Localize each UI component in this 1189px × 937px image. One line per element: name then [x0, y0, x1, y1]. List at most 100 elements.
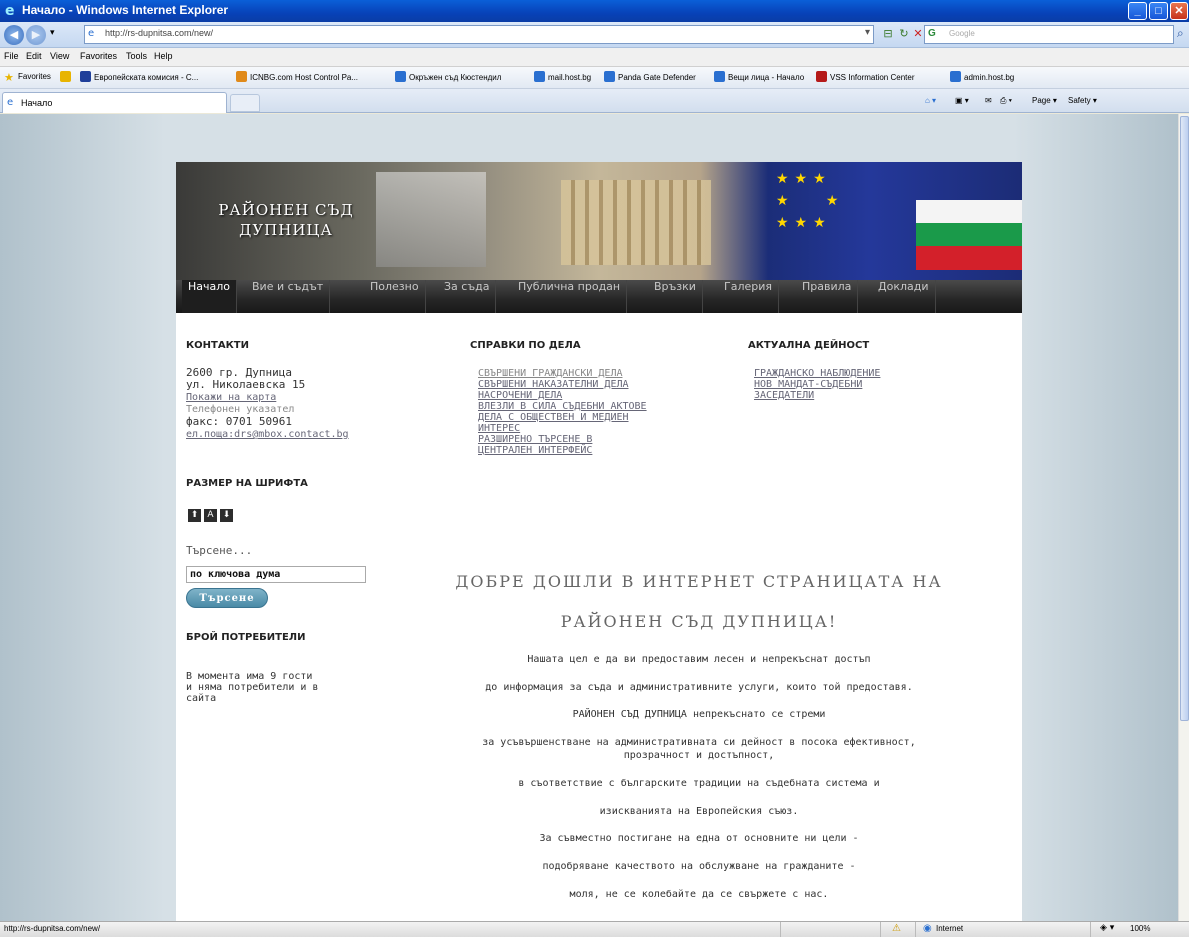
protected-mode-icon[interactable]: ◈ ▾ [1100, 923, 1114, 933]
welcome-paragraph: в съответствие с българските традиции на… [518, 778, 880, 789]
bulgarian-flag-icon [916, 200, 1022, 270]
menu-bar: File Edit View Favorites Tools Help [0, 48, 1189, 67]
menu-help[interactable]: Help [154, 51, 173, 61]
users-line: сайта [186, 693, 217, 704]
close-button[interactable]: ✕ [1170, 2, 1188, 20]
safety-menu[interactable]: Safety ▾ [1068, 96, 1097, 105]
nav-reports[interactable]: Доклади [872, 280, 936, 313]
new-tab-button[interactable] [230, 94, 260, 112]
case-link[interactable]: ЦЕНТРАЛЕН ИНТЕРФЕЙС [478, 445, 592, 456]
activity-link[interactable]: ГРАЖДАНСКО НАБЛЮДЕНИЕ [754, 368, 880, 379]
nav-about[interactable]: За съда [438, 280, 497, 313]
ie-page-icon [950, 71, 961, 82]
fav-link[interactable]: Окръжен съд Кюстендил [395, 71, 501, 85]
fav-link[interactable]: Европейската комисия - С... [80, 71, 198, 85]
home-icon[interactable]: ⌂ ▾ [925, 96, 936, 105]
welcome-paragraph: РАЙОНЕН СЪД ДУПНИЦА непрекъснато се стре… [572, 709, 826, 720]
menu-tools[interactable]: Tools [126, 51, 147, 61]
fav-link[interactable]: ICNBG.com Host Control Pa... [236, 71, 358, 85]
case-link[interactable]: СВЪРШЕНИ ГРАЖДАНСКИ ДЕЛА [478, 368, 623, 379]
nav-home[interactable]: Начало [182, 280, 238, 313]
menu-favorites[interactable]: Favorites [80, 51, 117, 61]
zoom-level[interactable]: 100% [1130, 924, 1150, 933]
font-reset-button[interactable]: A [204, 509, 217, 522]
vertical-scrollbar[interactable] [1178, 114, 1189, 921]
print-icon[interactable]: ⎙ ▾ [1000, 96, 1012, 106]
site-banner: ★★★ ★ ★ ★★★ РАЙОНЕН СЪД ДУПНИЦА [176, 162, 1022, 280]
welcome-paragraph: моля, не се колебайте да се свържете с н… [569, 889, 829, 900]
site-search-input[interactable]: по ключова дума [186, 566, 366, 583]
web-viewport: ★★★ ★ ★ ★★★ РАЙОНЕН СЪД ДУПНИЦА Начало Вие… [0, 114, 1178, 921]
fav-label: VSS Information Center [830, 73, 915, 82]
address-input[interactable]: e http://rs-dupnitsa.com/new/ ▾ [84, 25, 874, 44]
nav-you-and-court[interactable]: Вие и съдът [246, 280, 331, 313]
contact-street: ул. Николаевска 15 [186, 378, 306, 391]
menu-file[interactable]: File [4, 51, 19, 61]
nav-useful[interactable]: Полезно [364, 280, 426, 313]
email-link[interactable]: ел.поща:drs@mbox.contact.bg [186, 429, 349, 440]
phone-directory-link[interactable]: Телефонен указател [186, 404, 294, 415]
search-icon[interactable]: ⌕ [1177, 26, 1184, 41]
status-divider [780, 922, 781, 937]
case-link[interactable]: НАСРОЧЕНИ ДЕЛА [478, 390, 562, 401]
status-divider [880, 922, 881, 937]
add-favorite-icon[interactable] [60, 71, 74, 85]
fav-label: Вещи лица - Начало [728, 73, 805, 82]
fav-link[interactable]: Вещи лица - Начало [714, 71, 804, 85]
address-dropdown-icon[interactable]: ▾ [865, 27, 870, 38]
fav-link[interactable]: Panda Gate Defender [604, 71, 696, 85]
back-button[interactable]: ◀ [4, 25, 24, 45]
case-link[interactable]: РАЗШИРЕНО ТЪРСЕНЕ В [478, 434, 592, 445]
case-link[interactable]: ДЕЛА С ОБЩЕСТВЕН И МЕДИЕН [478, 412, 629, 423]
search-input[interactable]: G Google [924, 25, 1174, 44]
window-title: Начало - Windows Internet Explorer [22, 3, 229, 17]
status-bar: http://rs-dupnitsa.com/new/ ⚠ ◉ Internet… [0, 921, 1189, 937]
security-icon[interactable]: ⚠ [892, 923, 901, 934]
fav-link[interactable]: VSS Information Center [816, 71, 914, 85]
nav-links[interactable]: Връзки [648, 280, 703, 313]
eu-stars-icon: ★★★ ★ ★ ★★★ [776, 171, 845, 231]
window-titlebar: e Начало - Windows Internet Explorer _ □… [0, 0, 1189, 22]
fav-label: Окръжен съд Кюстендил [409, 73, 502, 82]
vss-icon [816, 71, 827, 82]
google-logo-icon: G [928, 28, 936, 39]
scrollbar-thumb[interactable] [1180, 116, 1189, 721]
security-zone: Internet [936, 924, 964, 933]
feeds-icon[interactable]: ▣ ▾ [955, 96, 969, 105]
minimize-button[interactable]: _ [1128, 2, 1147, 20]
nav-rules[interactable]: Правила [796, 280, 859, 313]
ie-page-icon [604, 71, 615, 82]
history-dropdown-icon[interactable]: ▾ [50, 28, 55, 38]
site-search-button[interactable]: Търсене [186, 588, 268, 608]
activity-link[interactable]: НОВ МАНДАТ-СЪДЕБНИ [754, 379, 862, 390]
font-increase-button[interactable]: ⬆ [188, 509, 201, 522]
menu-edit[interactable]: Edit [26, 51, 42, 61]
page-menu[interactable]: Page ▾ [1032, 96, 1057, 105]
welcome-paragraph: прозрачност и достъпност, [623, 750, 775, 761]
fav-link[interactable]: admin.host.bg [950, 71, 1014, 85]
tab-active[interactable]: e Начало [2, 92, 227, 113]
nav-gallery[interactable]: Галерия [718, 280, 779, 313]
nav-public-sale[interactable]: Публична продан [512, 280, 628, 313]
favorites-button[interactable]: ★ Favorites [4, 71, 51, 85]
fav-link[interactable]: mail.host.bg [534, 71, 591, 85]
activity-link[interactable]: ЗАСЕДАТЕЛИ [754, 390, 814, 401]
case-link[interactable]: СВЪРШЕНИ НАКАЗАТЕЛНИ ДЕЛА [478, 379, 629, 390]
status-url: http://rs-dupnitsa.com/new/ [4, 924, 101, 933]
cases-heading: СПРАВКИ ПО ДЕЛА [470, 340, 581, 351]
fav-label: Panda Gate Defender [618, 73, 696, 82]
users-heading: БРОЙ ПОТРЕБИТЕЛИ [186, 632, 306, 643]
font-size-heading: РАЗМЕР НА ШРИФТА [186, 478, 308, 489]
maximize-button[interactable]: □ [1149, 2, 1168, 20]
compatibility-icon[interactable]: ⊟ [880, 26, 896, 42]
case-link[interactable]: ИНТЕРЕС [478, 423, 520, 434]
fav-label: Европейската комисия - С... [94, 73, 199, 82]
forward-button[interactable]: ▶ [26, 25, 46, 45]
map-link[interactable]: Покажи на карта [186, 392, 276, 403]
case-link[interactable]: ВЛЕЗЛИ В СИЛА СЪДЕБНИ АКТОВЕ [478, 401, 647, 412]
mail-icon[interactable]: ✉ [985, 96, 992, 105]
search-label: Търсене... [186, 544, 253, 557]
font-decrease-button[interactable]: ⬇ [220, 509, 233, 522]
ie-page-icon [534, 71, 545, 82]
menu-view[interactable]: View [50, 51, 69, 61]
